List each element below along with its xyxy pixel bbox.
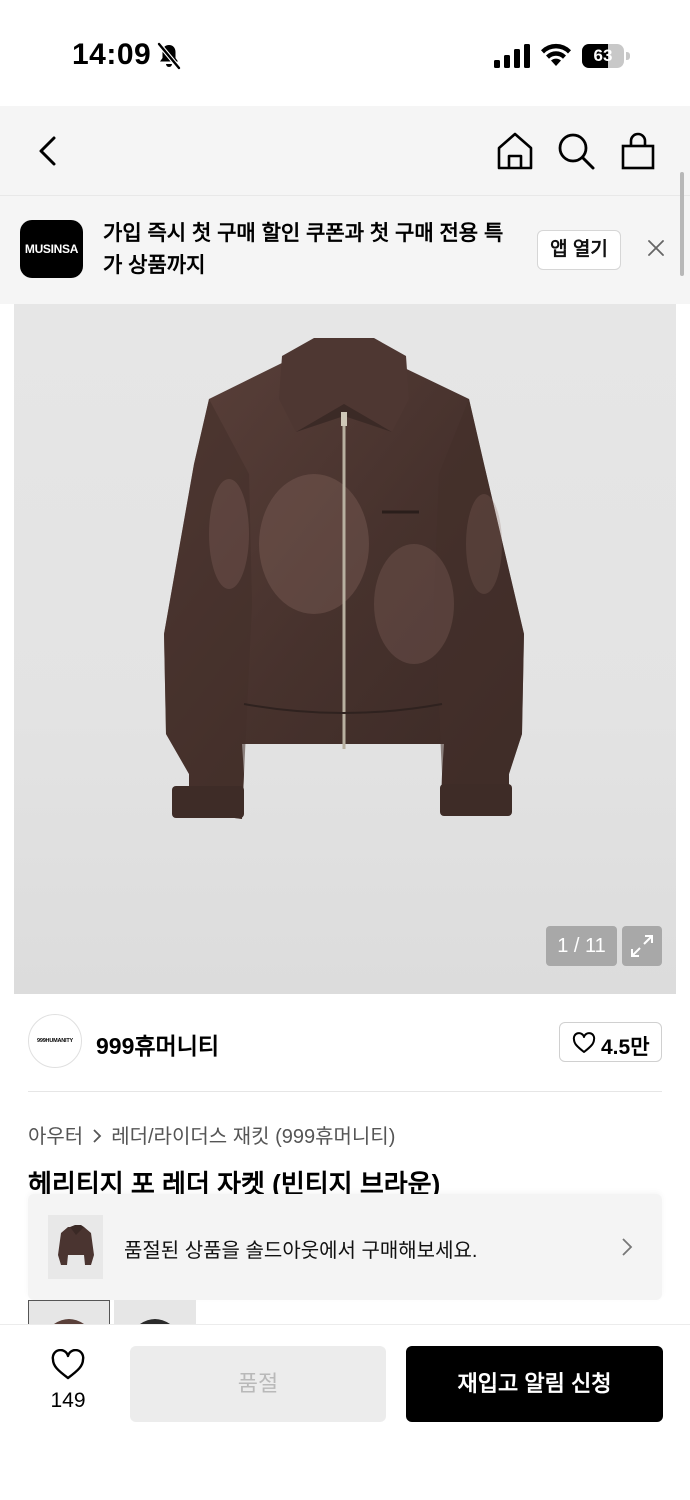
top-navigation-bar bbox=[0, 106, 690, 196]
breadcrumb: 아우터 레더/라이더스 재킷 (999휴머니티) bbox=[28, 1120, 395, 1149]
product-image-gallery[interactable] bbox=[14, 304, 676, 994]
breadcrumb-subcategory[interactable]: 레더/라이더스 재킷 (999휴머니티) bbox=[111, 1126, 395, 1148]
brand-logo[interactable]: 999HUMANITY bbox=[28, 1014, 82, 1068]
back-chevron-icon[interactable] bbox=[27, 130, 69, 172]
page-scrollbar[interactable] bbox=[680, 172, 684, 276]
status-bar: 14:09 63 bbox=[0, 0, 690, 106]
brand-like-count: 4.5만 bbox=[601, 1036, 650, 1059]
bell-slash-icon bbox=[157, 42, 181, 70]
soldout-button[interactable]: 품절 bbox=[130, 1346, 386, 1422]
product-thumbnail bbox=[48, 1215, 103, 1279]
wifi-icon bbox=[541, 43, 571, 66]
product-image-leather-jacket bbox=[164, 338, 524, 819]
soldout-message: 품절된 상품을 솔드아웃에서 구매해보세요. bbox=[124, 1240, 478, 1262]
bottom-action-bar: 149 품절 재입고 알림 신청 bbox=[0, 1324, 690, 1500]
close-icon[interactable] bbox=[644, 236, 668, 260]
breadcrumb-category[interactable]: 아우터 bbox=[28, 1126, 83, 1148]
swatch-black[interactable] bbox=[114, 1300, 196, 1324]
musinsa-logo: MUSINSA bbox=[20, 220, 83, 278]
expand-icon[interactable] bbox=[622, 926, 662, 966]
status-time: 14:09 bbox=[72, 38, 152, 71]
home-icon[interactable] bbox=[494, 130, 536, 172]
image-counter: 1 / 11 bbox=[546, 926, 617, 966]
chevron-right-icon bbox=[93, 1129, 102, 1143]
wish-count: 149 bbox=[50, 1389, 86, 1412]
battery-icon: 63 bbox=[582, 44, 630, 68]
restock-alert-button[interactable]: 재입고 알림 신청 bbox=[406, 1346, 663, 1422]
open-app-button[interactable]: 앱 열기 bbox=[537, 230, 621, 270]
brand-like-button[interactable]: 4.5만 bbox=[559, 1022, 662, 1062]
chevron-right-icon bbox=[622, 1238, 633, 1256]
app-install-banner: MUSINSA 가입 즉시 첫 구매 할인 쿠폰과 첫 구매 전용 특가 상품까… bbox=[0, 196, 690, 304]
shopping-bag-icon[interactable] bbox=[617, 130, 659, 172]
divider bbox=[28, 1091, 662, 1092]
brand-name[interactable]: 999휴머니티 bbox=[96, 1027, 219, 1061]
color-swatch-row bbox=[28, 1300, 228, 1324]
soldout-promo-card[interactable]: 품절된 상품을 솔드아웃에서 구매해보세요. bbox=[28, 1194, 662, 1300]
swatch-brown[interactable] bbox=[28, 1300, 110, 1324]
banner-message: 가입 즉시 첫 구매 할인 쿠폰과 첫 구매 전용 특가 상품까지 bbox=[103, 222, 504, 277]
search-icon[interactable] bbox=[555, 130, 597, 172]
heart-icon bbox=[572, 1032, 596, 1053]
cellular-signal-icon bbox=[494, 44, 530, 68]
battery-percent: 63 bbox=[593, 46, 613, 65]
heart-icon[interactable] bbox=[50, 1349, 86, 1381]
brand-row: 999HUMANITY 999휴머니티 4.5만 bbox=[28, 1014, 662, 1072]
